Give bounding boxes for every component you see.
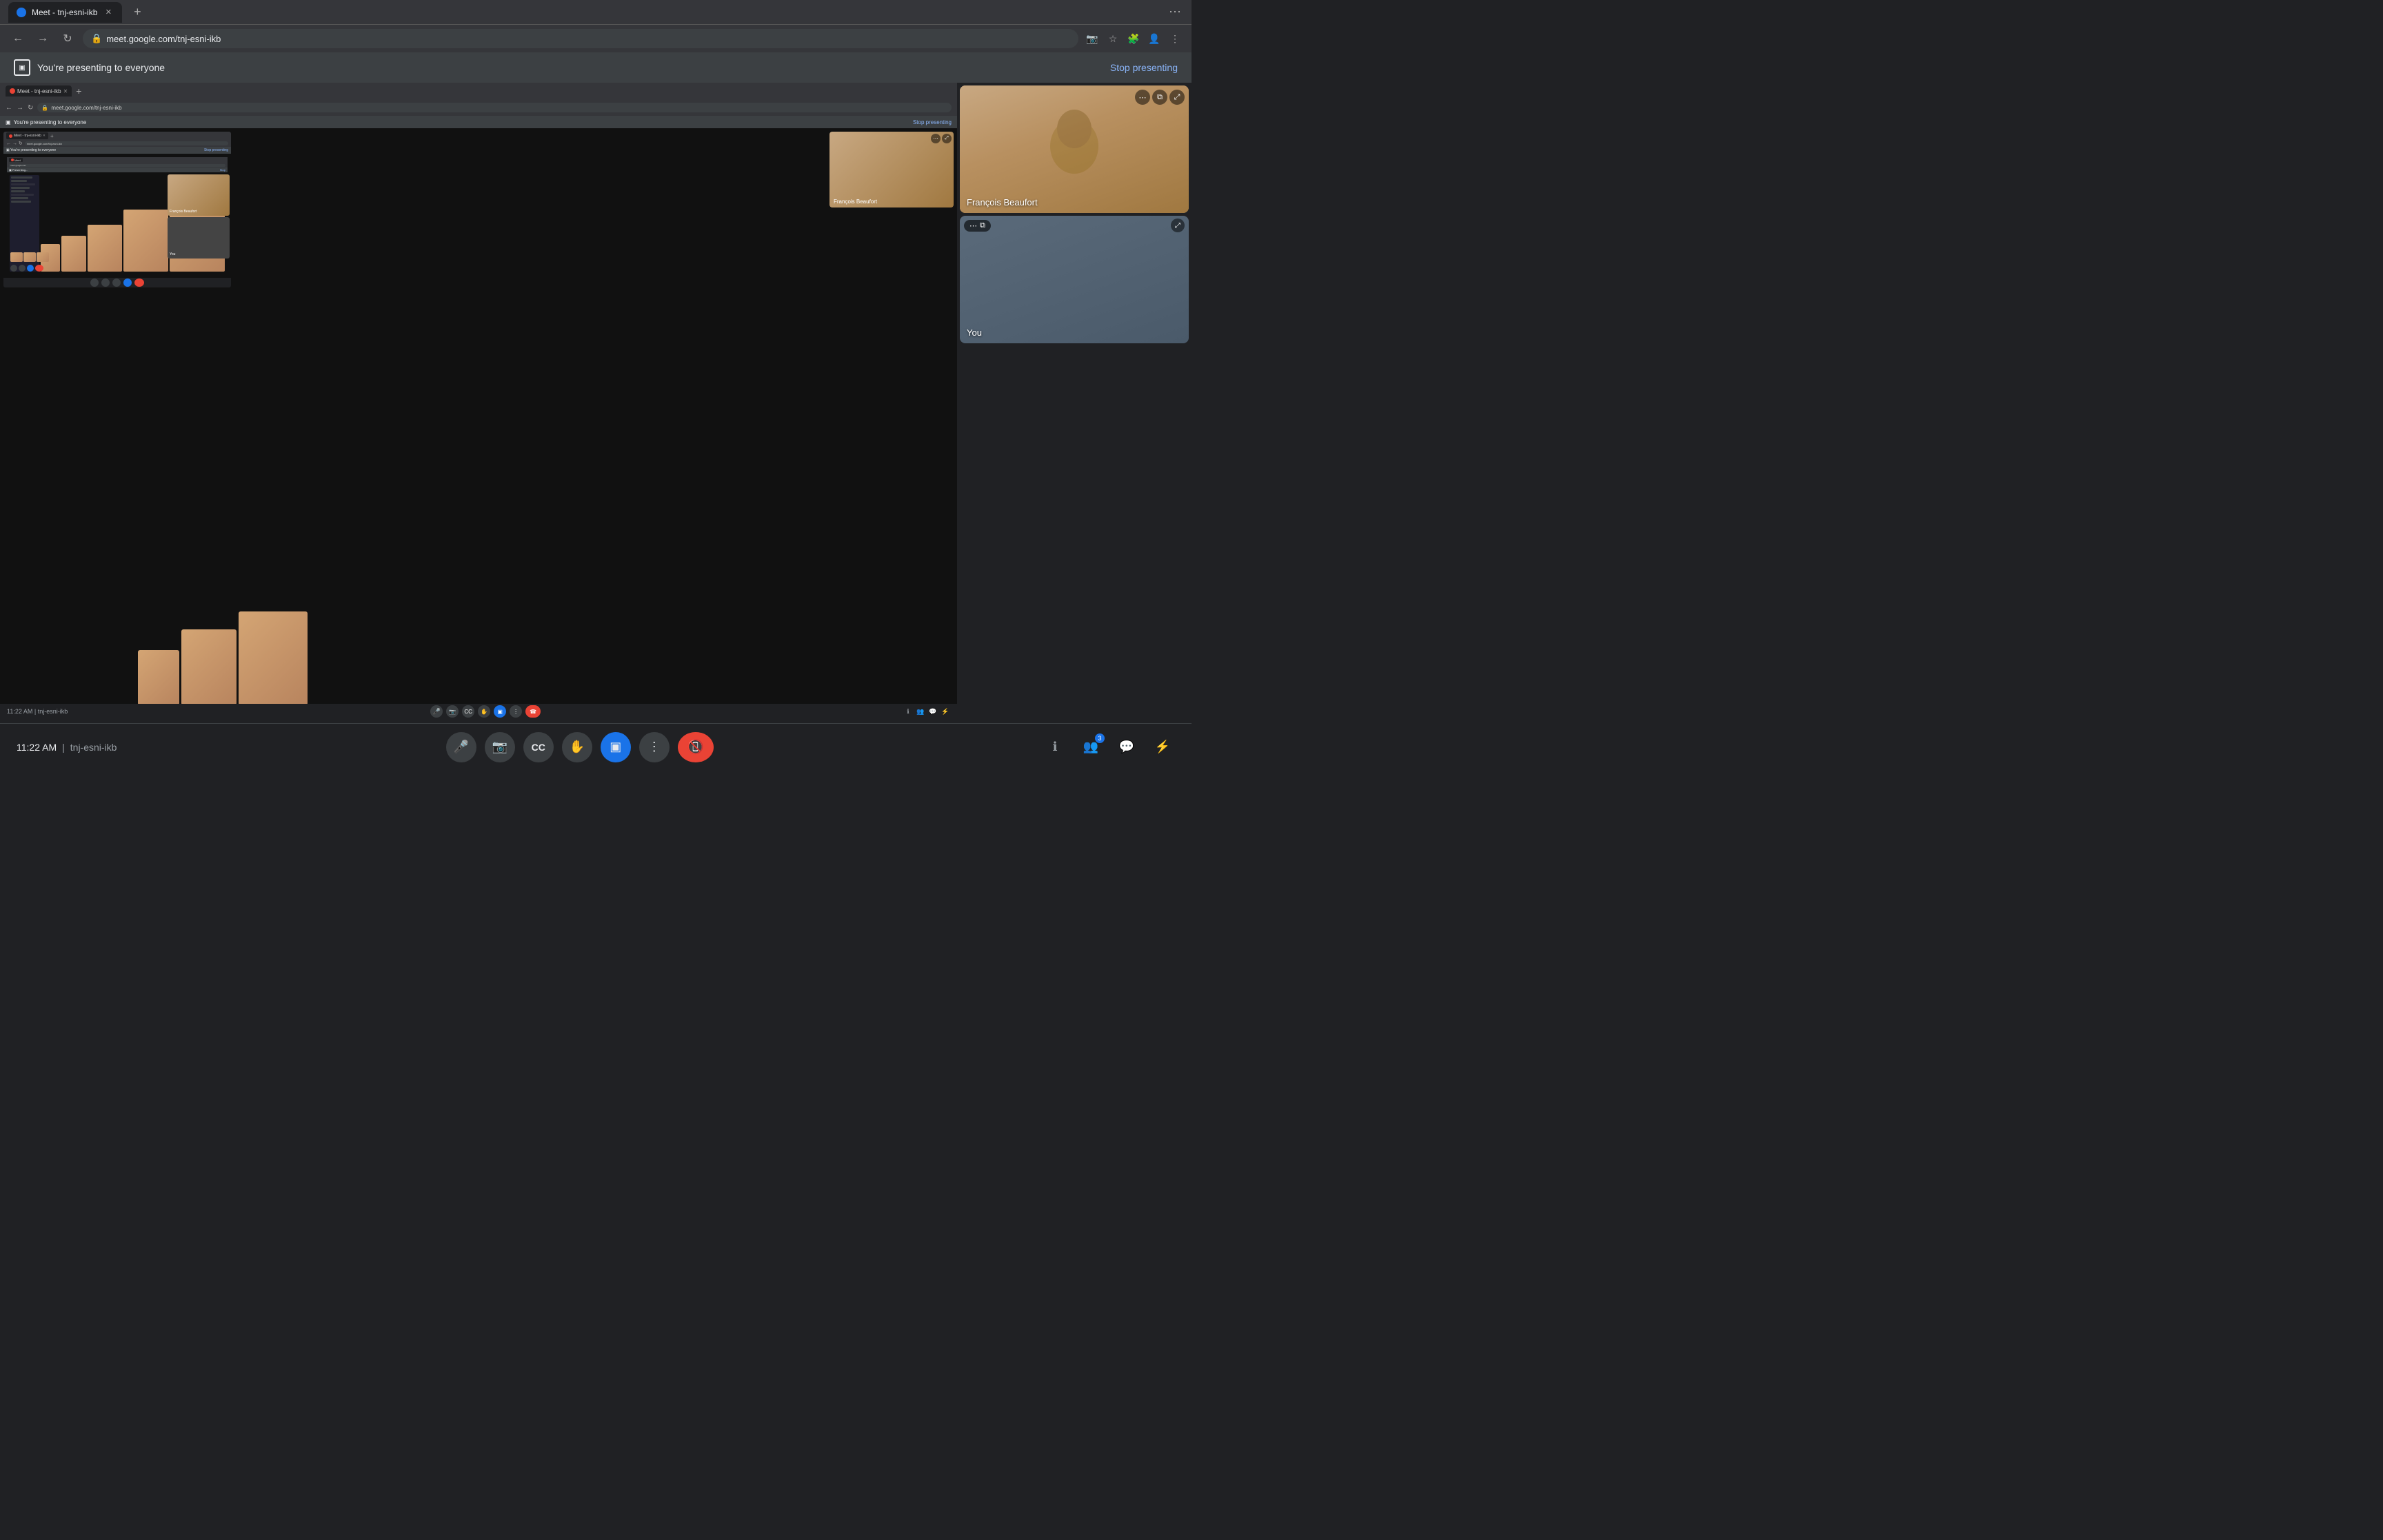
browser-nav: ← → ↻ 🔒 meet.google.com/tnj-esni-ikb 📷 ☆… [0, 25, 1192, 52]
meeting-id: tnj-esni-ikb [70, 742, 117, 753]
toolbar-right: ℹ 👥 3 💬 ⚡ [1043, 735, 1175, 760]
captions-button[interactable]: CC [523, 732, 554, 762]
end-call-button[interactable]: 📵 [678, 732, 714, 762]
browser-tab-bar: Meet - tnj-esni-ikb ✕ + ⋯ [0, 0, 1192, 25]
nested-screen: Meet - tnj-esni-ikb ✕ + ← → ↻ 🔒 meet.goo… [0, 83, 957, 723]
toolbar-center: 🎤 📷 CC ✋ ▣ ⋮ 📵 [446, 732, 714, 762]
francois-main-tile: François Beaufort ⋯ ⧉ ⤢ [960, 85, 1189, 213]
presenting-banner-left: ▣ You're presenting to everyone [14, 59, 165, 76]
reload-button[interactable]: ↻ [58, 29, 77, 48]
inner-browser-chrome: Meet - tnj-esni-ikb ✕ + [0, 83, 957, 99]
inner-new-tab[interactable]: + [76, 85, 81, 97]
app-wrapper: Meet - tnj-esni-ikb ✕ + ⋯ ← → ↻ 🔒 meet.g… [0, 0, 1192, 770]
francois-name-large: François Beaufort [967, 197, 1038, 207]
activities-button[interactable]: ⚡ [1150, 735, 1175, 760]
tiles-panel: François Beaufort ⋯ ⧉ ⤢ ⋯ ⧉ ⤢ [957, 83, 1192, 723]
inner-reload[interactable]: ↻ [28, 104, 33, 112]
activities-icon: ⚡ [1155, 740, 1170, 754]
you-name: You [967, 327, 982, 338]
back-button[interactable]: ← [8, 29, 28, 48]
browser-more-icon[interactable]: ⋯ [1167, 4, 1183, 21]
raise-hand-icon: ✋ [570, 740, 585, 754]
large-tile-expand-button[interactable]: ⤢ [1169, 90, 1185, 105]
inner-content: Meet - tnj-esni-ikb ✕ + ← → ↻ meet.googl… [0, 128, 957, 719]
active-tab[interactable]: Meet - tnj-esni-ikb ✕ [8, 2, 122, 23]
bookmark-icon[interactable]: ☆ [1105, 30, 1121, 47]
more-options-button[interactable]: ⋮ [639, 732, 670, 762]
mic-icon: 🎤 [454, 740, 469, 754]
inner-forward[interactable]: → [17, 104, 23, 112]
shared-screen-panel: Meet - tnj-esni-ikb ✕ + ← → ↻ 🔒 meet.goo… [0, 83, 957, 723]
more-options-icon: ⋮ [648, 740, 661, 754]
present-button[interactable]: ▣ [601, 732, 631, 762]
raise-hand-button[interactable]: ✋ [562, 732, 592, 762]
large-tile-more-button[interactable]: ⋯ [1135, 90, 1150, 105]
url-text: meet.google.com/tnj-esni-ikb [106, 34, 221, 44]
you-tile: ⋯ ⧉ ⤢ You [960, 216, 1189, 343]
camera-icon: 📷 [492, 740, 507, 754]
you-video-feed [960, 216, 1189, 343]
presenting-banner-outer: ▣ You're presenting to everyone Stop pre… [0, 52, 1192, 83]
present-icon: ▣ [610, 740, 621, 754]
main-toolbar: 11:22 AM | tnj-esni-ikb 🎤 📷 CC ✋ [0, 723, 1192, 770]
deep-nested-browser: Meet - tnj-esni-ikb ✕ + ← → ↻ meet.googl… [3, 132, 231, 287]
inner-tab-title: Meet - tnj-esni-ikb [17, 88, 61, 94]
people-button[interactable]: 👥 3 [1078, 735, 1103, 760]
stop-presenting-button[interactable]: Stop presenting [1110, 62, 1178, 73]
share-view: Meet - tnj-esni-ikb ✕ + ← → ↻ 🔒 meet.goo… [0, 83, 1192, 723]
inner-url: meet.google.com/tnj-esni-ikb [51, 105, 121, 111]
meeting-time: 11:22 AM [17, 742, 57, 753]
menu-icon[interactable]: ⋮ [1167, 30, 1183, 47]
chat-button[interactable]: 💬 [1114, 735, 1139, 760]
you-tile-expand-button[interactable]: ⤢ [1171, 219, 1185, 232]
inner-address-bar[interactable]: 🔒 meet.google.com/tnj-esni-ikb [37, 103, 952, 112]
large-tile-pip-button[interactable]: ⧉ [1152, 90, 1167, 105]
end-call-icon: 📵 [687, 738, 704, 756]
presenting-text: You're presenting to everyone [37, 62, 165, 73]
inner-nav-bar: ← → ↻ 🔒 meet.google.com/tnj-esni-ikb [0, 99, 957, 116]
extensions-icon[interactable]: 🧩 [1125, 30, 1142, 47]
captions-icon: CC [532, 742, 545, 753]
inner-stop-presenting[interactable]: Stop presenting [913, 119, 952, 125]
mic-button[interactable]: 🎤 [446, 732, 476, 762]
chat-icon: 💬 [1119, 740, 1134, 754]
tab-title: Meet - tnj-esni-ikb [32, 8, 97, 17]
inner-tab-close[interactable]: ✕ [63, 88, 68, 94]
you-tile-top-bar: ⋯ ⧉ [964, 220, 991, 232]
inner-back[interactable]: ← [6, 104, 12, 112]
profile-icon[interactable]: 👤 [1146, 30, 1163, 47]
cast-icon[interactable]: 📷 [1084, 30, 1100, 47]
info-icon: ℹ [1053, 740, 1058, 754]
meeting-info-button[interactable]: ℹ [1043, 735, 1067, 760]
large-tile-controls: ⋯ ⧉ ⤢ [1135, 90, 1185, 105]
camera-button[interactable]: 📷 [485, 732, 515, 762]
inner-presenting-text: You're presenting to everyone [14, 119, 87, 125]
new-tab-button[interactable]: + [128, 3, 147, 22]
browser-actions: 📷 ☆ 🧩 👤 ⋮ [1084, 30, 1183, 47]
tab-close-button[interactable]: ✕ [103, 7, 114, 18]
people-badge: 3 [1095, 733, 1105, 743]
inner-presenting-banner: ▣ You're presenting to everyone Stop pre… [0, 116, 957, 128]
forward-button[interactable]: → [33, 29, 52, 48]
present-icon: ▣ [14, 59, 30, 76]
address-bar[interactable]: 🔒 meet.google.com/tnj-esni-ikb [83, 29, 1078, 48]
toolbar-left: 11:22 AM | tnj-esni-ikb [17, 742, 117, 753]
tab-favicon [17, 8, 26, 17]
